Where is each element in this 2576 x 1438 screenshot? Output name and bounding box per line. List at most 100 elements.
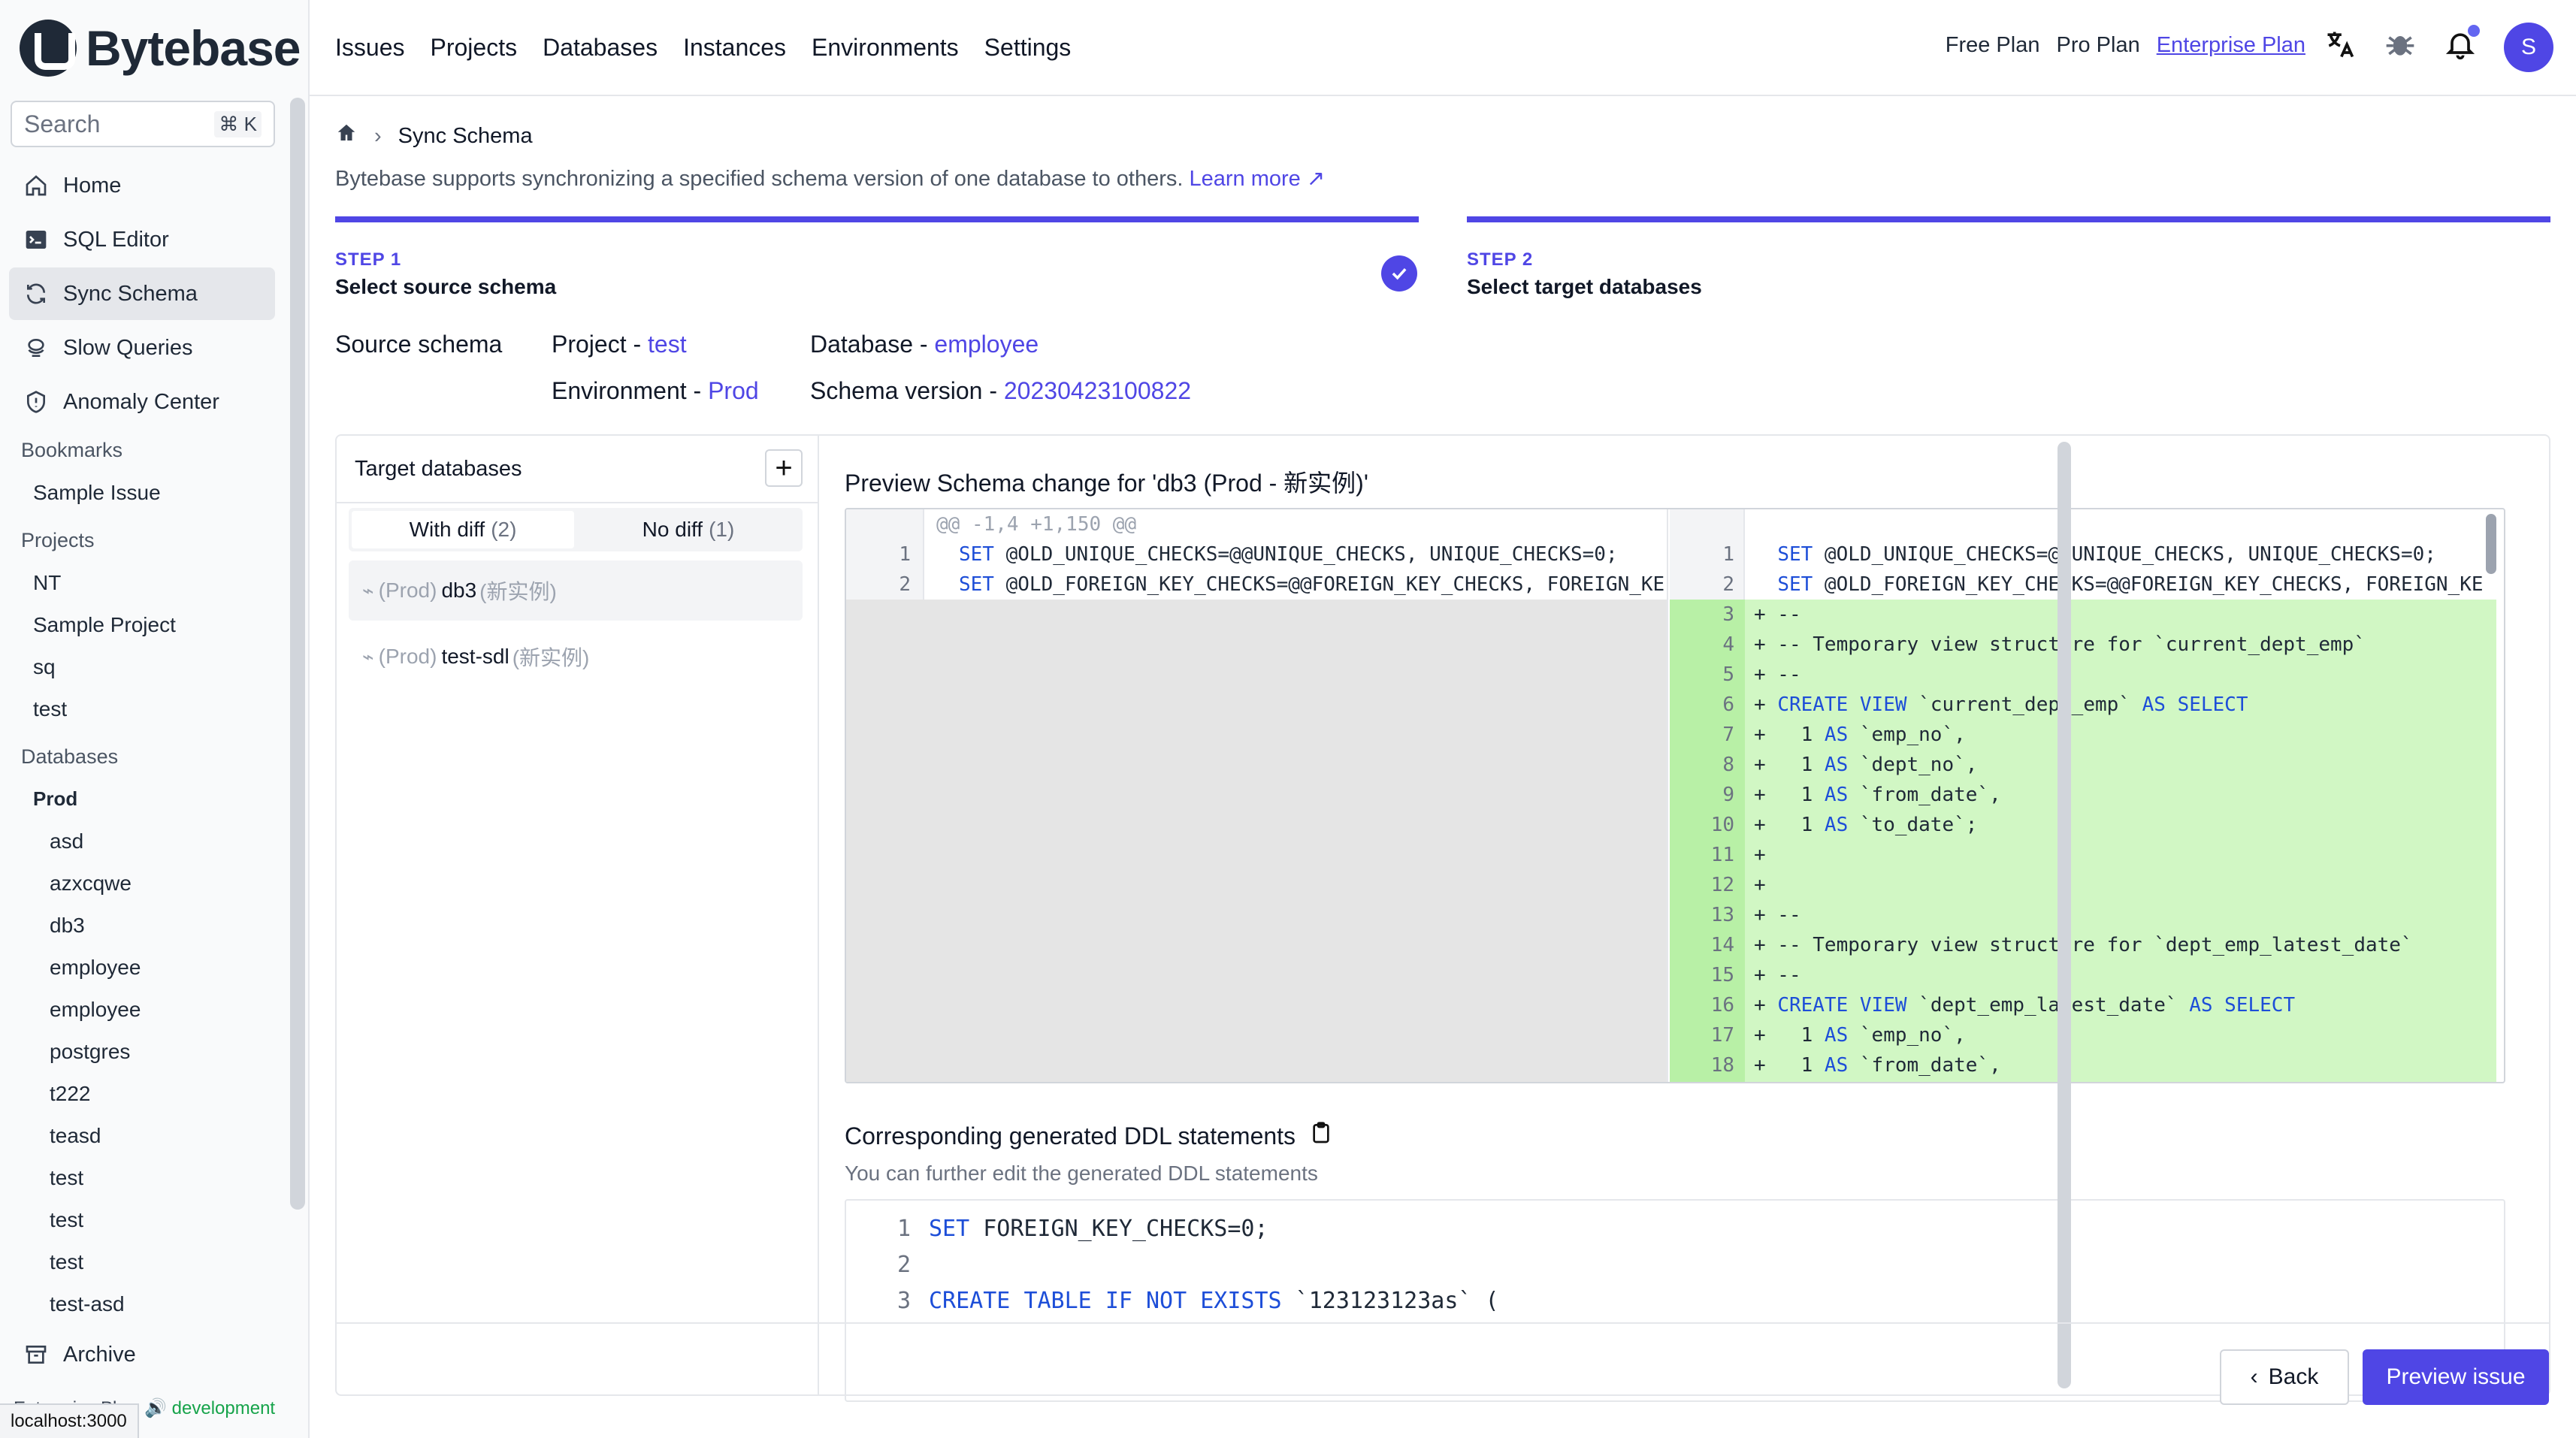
topbar-icons: S xyxy=(2324,23,2553,72)
target-databases-list: Target databases + With diff (2) No diff (… xyxy=(337,436,819,1394)
external-link-icon: ↗ xyxy=(1306,167,1326,191)
database-item[interactable]: test xyxy=(50,1250,83,1274)
project-item[interactable]: sq xyxy=(33,655,56,679)
diff-viewer[interactable]: @@ -1,4 +1,150 @@ 1 SET @OLD_UNIQUE_CHECK… xyxy=(845,508,2505,1083)
avatar[interactable]: S xyxy=(2504,23,2553,72)
database-item[interactable]: postgres xyxy=(50,1040,130,1064)
code-line: + -- xyxy=(1754,964,1801,986)
schema-version-label: Schema version - xyxy=(810,377,1004,404)
learn-more-link[interactable]: Learn more ↗ xyxy=(1190,167,1326,191)
translate-icon[interactable] xyxy=(2324,28,2357,67)
diff-left-empty-area xyxy=(846,600,1667,1082)
code-line: SET @OLD_FOREIGN_KEY_CHECKS=@@FOREIGN_KE… xyxy=(1777,573,2484,596)
database-item[interactable]: t222 xyxy=(50,1082,91,1106)
add-target-button[interactable]: + xyxy=(765,449,803,487)
topnav-instances[interactable]: Instances xyxy=(683,34,786,62)
line-number: 11 xyxy=(1710,844,1734,866)
plus-icon: + xyxy=(775,451,793,485)
status-url: localhost:3000 xyxy=(0,1403,139,1438)
sidebar-scrollbar[interactable] xyxy=(290,98,305,1210)
target-db-row[interactable]: ⌁ (Prod) db3 (新实例) xyxy=(349,560,803,621)
line-number: 10 xyxy=(1710,814,1734,836)
breadcrumb-current: Sync Schema xyxy=(398,123,533,148)
diff-scrollbar[interactable] xyxy=(2486,514,2496,574)
database-label: Database - xyxy=(810,331,935,358)
sync-icon xyxy=(23,280,50,307)
code-line: + CREATE VIEW `current_dept_emp` AS SELE… xyxy=(1754,693,2248,716)
target-db-instance: (新实例) xyxy=(479,580,557,603)
database-link[interactable]: employee xyxy=(934,331,1039,358)
nav-anomaly-center-label: Anomaly Center xyxy=(63,389,219,414)
nav-home[interactable]: Home xyxy=(9,159,275,212)
panel-scrollbar[interactable] xyxy=(2057,442,2071,1388)
target-db-instance: (新实例) xyxy=(512,646,590,669)
project-link[interactable]: test xyxy=(648,331,687,358)
clipboard-icon[interactable] xyxy=(1309,1121,1333,1151)
project-item[interactable]: NT xyxy=(33,571,61,595)
line-number: 2 xyxy=(899,573,911,596)
back-button[interactable]: ‹ Back xyxy=(2220,1349,2349,1405)
line-number: 5 xyxy=(1722,663,1734,686)
step-1-title[interactable]: Select source schema xyxy=(335,275,556,299)
code-line: CREATE TABLE IF NOT EXISTS `123123123as`… xyxy=(929,1288,1499,1314)
step-2-title[interactable]: Select target databases xyxy=(1467,275,1702,299)
projects-header: Projects xyxy=(21,529,95,551)
database-item[interactable]: employee xyxy=(50,956,141,980)
env-group-prod[interactable]: Prod xyxy=(33,787,77,811)
search-input[interactable]: Search ⌘ K xyxy=(11,101,275,147)
nav-anomaly-center[interactable]: Anomaly Center xyxy=(9,376,275,428)
tab-no-diff[interactable]: No diff (1) xyxy=(577,511,800,548)
line-number: 16 xyxy=(1710,994,1734,1017)
topnav-databases[interactable]: Databases xyxy=(543,34,658,62)
line-number: 1 xyxy=(899,543,911,566)
database-item[interactable]: test xyxy=(50,1166,83,1190)
target-db-env: (Prod) xyxy=(378,579,437,602)
logo[interactable]: Bytebase xyxy=(20,18,301,78)
preview-issue-button[interactable]: Preview issue xyxy=(2363,1349,2549,1405)
code-line: SET @OLD_UNIQUE_CHECKS=@@UNIQUE_CHECKS, … xyxy=(959,543,1618,566)
tab-with-diff-count: (2) xyxy=(491,518,517,541)
nav-archive[interactable]: Archive xyxy=(9,1328,275,1381)
step-2-bar xyxy=(1467,216,2550,222)
topnav-issues[interactable]: Issues xyxy=(335,34,404,62)
line-number: 14 xyxy=(1710,934,1734,956)
shield-icon xyxy=(23,388,50,415)
database-item[interactable]: test xyxy=(50,1208,83,1232)
schema-version-link[interactable]: 20230423100822 xyxy=(1004,377,1191,404)
code-line: SET FOREIGN_KEY_CHECKS=0; xyxy=(929,1216,1268,1242)
topnav-projects[interactable]: Projects xyxy=(430,34,517,62)
notification-dot xyxy=(2468,25,2480,37)
line-number: 2 xyxy=(1722,573,1734,596)
target-db-row[interactable]: ⌁ (Prod) test-sdl (新实例) xyxy=(349,627,803,687)
topnav-environments[interactable]: Environments xyxy=(812,34,959,62)
project-item[interactable]: test xyxy=(33,697,67,721)
mysql-dolphin-icon: ⌁ xyxy=(362,645,374,668)
code-line: + 1 AS `emp_no`, xyxy=(1754,1024,1966,1047)
database-item[interactable]: test-asd xyxy=(50,1292,125,1316)
line-number: 6 xyxy=(1722,693,1734,716)
database-item[interactable]: teasd xyxy=(50,1124,101,1148)
nav-slow-queries[interactable]: Slow Queries xyxy=(9,322,275,374)
topnav-settings[interactable]: Settings xyxy=(984,34,1072,62)
database-item[interactable]: employee xyxy=(50,998,141,1022)
preview-title: Preview Schema change for 'db3 (Prod - 新… xyxy=(845,470,1368,497)
enterprise-plan-link[interactable]: Enterprise Plan xyxy=(2157,33,2305,58)
bookmark-item[interactable]: Sample Issue xyxy=(33,481,161,505)
database-item[interactable]: azxcqwe xyxy=(50,872,132,896)
nav-sql-editor[interactable]: SQL Editor xyxy=(9,213,275,266)
nav-sync-schema[interactable]: Sync Schema xyxy=(9,267,275,320)
database-item[interactable]: db3 xyxy=(50,914,85,938)
database-item[interactable]: asd xyxy=(50,829,83,853)
project-item[interactable]: Sample Project xyxy=(33,613,176,637)
home-icon[interactable] xyxy=(335,122,358,150)
pro-plan-link[interactable]: Pro Plan xyxy=(2056,33,2139,58)
tab-with-diff[interactable]: With diff (2) xyxy=(352,511,574,548)
main-content: › Sync Schema Bytebase supports synchron… xyxy=(310,96,2576,1438)
free-plan-link[interactable]: Free Plan xyxy=(1946,33,2040,58)
notification-bell-icon[interactable] xyxy=(2444,25,2480,67)
environment-label: Environment - xyxy=(552,377,709,404)
environment-link[interactable]: Prod xyxy=(708,377,759,404)
topbar: Issues Projects Databases Instances Envi… xyxy=(310,0,2576,96)
line-number: 7 xyxy=(1722,724,1734,746)
bug-icon[interactable] xyxy=(2384,28,2417,67)
